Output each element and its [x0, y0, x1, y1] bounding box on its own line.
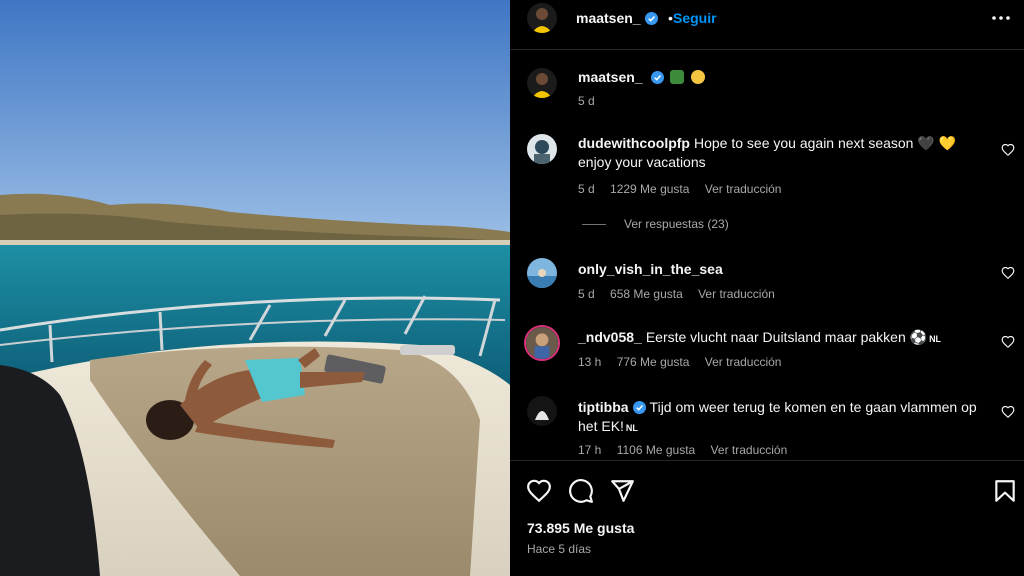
- comment-meta: 5 d 658 Me gusta Ver traducción: [578, 287, 787, 301]
- comment-time: 5 d: [578, 287, 595, 301]
- comment-time: 5 d: [578, 182, 595, 196]
- replies-divider-line: [582, 224, 606, 226]
- comment-item: dudewithcoolpfp Hope to see you again nex…: [510, 134, 1024, 204]
- author-username[interactable]: maatsen_: [576, 10, 658, 26]
- post-detail-panel: maatsen_ • Seguir maatsen_ 5 d dudewithc…: [510, 0, 1024, 576]
- commenter-avatar[interactable]: [527, 396, 557, 426]
- like-comment-icon[interactable]: [1001, 405, 1015, 419]
- nl-badge: NL: [929, 334, 942, 344]
- sun-emoji: [691, 70, 706, 84]
- caption-time: 5 d: [578, 94, 595, 108]
- commenter-avatar-story-ring[interactable]: [524, 325, 560, 361]
- translate-link[interactable]: Ver traducción: [705, 355, 782, 369]
- comment-likes[interactable]: 1106 Me gusta: [617, 443, 696, 457]
- comment-text: tiptibba Tijd om weer terug te komen en t…: [578, 398, 978, 438]
- view-replies-label: Ver respuestas (23): [624, 217, 729, 231]
- follow-button[interactable]: Seguir: [673, 10, 717, 26]
- verified-badge-icon: [644, 12, 658, 25]
- post-photo: [0, 0, 510, 576]
- like-comment-icon[interactable]: [1001, 335, 1015, 349]
- translate-link[interactable]: Ver traducción: [698, 287, 775, 301]
- comment-username[interactable]: only_vish_in_the_sea: [578, 261, 723, 277]
- caption-avatar[interactable]: [527, 68, 557, 98]
- comment-meta: 13 h 776 Me gusta Ver traducción: [578, 355, 793, 369]
- commenter-avatar[interactable]: [527, 258, 557, 288]
- yacht-photo: [0, 0, 510, 576]
- comment-likes[interactable]: 776 Me gusta: [617, 355, 690, 369]
- nl-badge: NL: [625, 423, 638, 433]
- comment-time: 17 h: [578, 443, 602, 457]
- comment-text: dudewithcoolpfp Hope to see you again nex…: [578, 134, 978, 172]
- comment-time: 13 h: [578, 355, 602, 369]
- commenter-avatar[interactable]: [527, 134, 557, 164]
- verified-badge-icon: [632, 401, 646, 414]
- comment-text: _ndv058_ Eerste vlucht naar Duitsland maa…: [578, 328, 978, 349]
- comment-item: tiptibba Tijd om weer terug te komen en t…: [510, 396, 1024, 460]
- palm-island-emoji: [670, 70, 685, 84]
- author-avatar[interactable]: [527, 3, 557, 33]
- caption-meta: 5 d: [578, 94, 607, 108]
- save-bookmark-icon[interactable]: [992, 478, 1018, 504]
- comment-username[interactable]: tiptibba: [578, 399, 629, 415]
- post-header: maatsen_ • Seguir: [510, 0, 1024, 50]
- caption-row: maatsen_ 5 d: [510, 66, 1024, 116]
- comment-bubble-icon[interactable]: [568, 478, 594, 504]
- more-options-icon[interactable]: [990, 9, 1012, 27]
- caption-username[interactable]: maatsen_: [578, 69, 643, 85]
- comment-body: Eerste vlucht naar Duitsland maar pakken…: [645, 329, 928, 345]
- caption-text: maatsen_: [578, 68, 978, 87]
- comment-item: only_vish_in_the_sea 5 d 658 Me gusta Ve…: [510, 258, 1024, 308]
- view-replies-button[interactable]: Ver respuestas (23): [582, 217, 729, 231]
- translate-link[interactable]: Ver traducción: [705, 182, 782, 196]
- comment-item: _ndv058_ Eerste vlucht naar Duitsland maa…: [510, 325, 1024, 375]
- comment-username[interactable]: _ndv058_: [578, 329, 642, 345]
- comment-likes[interactable]: 1229 Me gusta: [610, 182, 689, 196]
- comment-meta: 17 h 1106 Me gusta Ver traducción: [578, 443, 799, 457]
- comment-username[interactable]: dudewithcoolpfp: [578, 135, 690, 151]
- verified-badge-icon: [650, 71, 664, 84]
- like-heart-icon[interactable]: [526, 478, 552, 504]
- comment-text: only_vish_in_the_sea: [578, 260, 978, 279]
- share-send-icon[interactable]: [609, 478, 635, 504]
- like-comment-icon[interactable]: [1001, 143, 1015, 157]
- post-timestamp: Hace 5 días: [527, 542, 592, 556]
- comment-likes[interactable]: 658 Me gusta: [610, 287, 683, 301]
- likes-count[interactable]: 73.895 Me gusta: [527, 520, 634, 536]
- translate-link[interactable]: Ver traducción: [711, 443, 788, 457]
- post-actions-bar: 73.895 Me gusta Hace 5 días: [510, 460, 1024, 576]
- comment-meta: 5 d 1229 Me gusta Ver traducción: [578, 182, 793, 196]
- like-comment-icon[interactable]: [1001, 266, 1015, 280]
